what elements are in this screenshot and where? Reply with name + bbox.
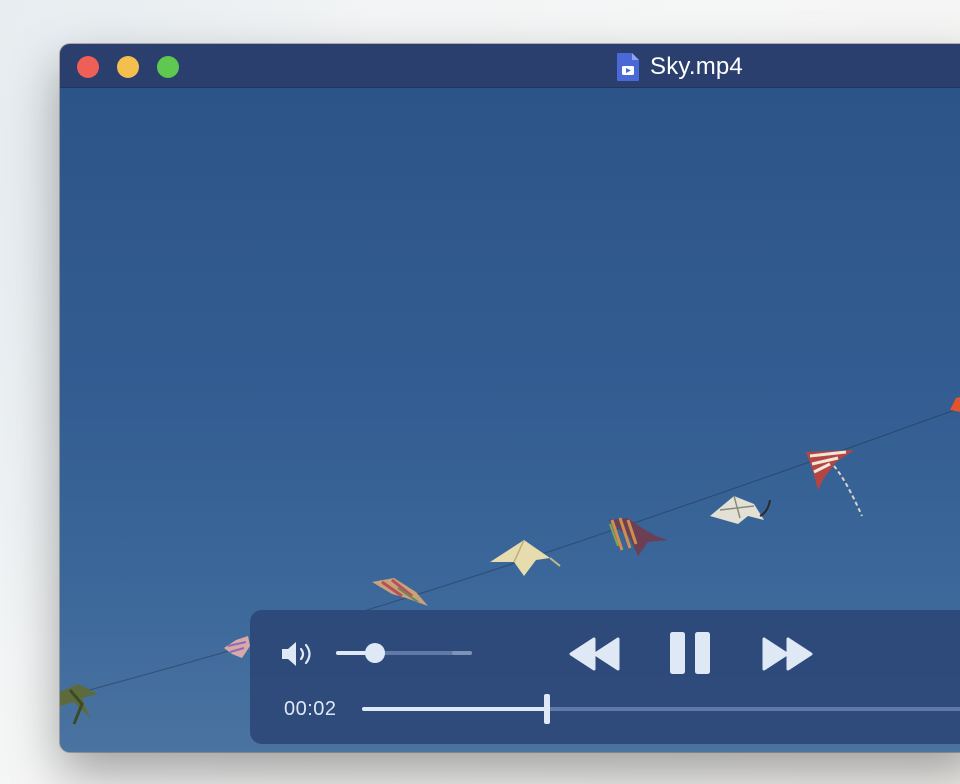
- pause-button[interactable]: [668, 630, 714, 676]
- kite-white: [710, 495, 771, 524]
- window-title: Sky.mp4: [616, 52, 743, 82]
- speaker-icon[interactable]: [280, 640, 316, 668]
- kite-striped: [608, 517, 668, 556]
- seek-bar[interactable]: [362, 694, 960, 724]
- kite-cream: [490, 539, 561, 576]
- current-time: 00:02: [284, 698, 337, 720]
- pause-icon: [670, 632, 710, 674]
- volume-track-end: [452, 651, 472, 655]
- playback-controls: 00:02: [250, 610, 960, 744]
- seek-fill: [362, 707, 547, 711]
- kite-red-striped: [806, 450, 863, 517]
- minimize-window-button[interactable]: [117, 56, 139, 78]
- seek-handle[interactable]: [543, 694, 550, 724]
- title-bar[interactable]: Sky.mp4: [60, 44, 960, 88]
- window-title-text: Sky.mp4: [650, 53, 743, 80]
- maximize-window-button[interactable]: [157, 56, 179, 78]
- close-window-button[interactable]: [77, 56, 99, 78]
- volume-slider[interactable]: [336, 643, 472, 663]
- video-frame[interactable]: 00:02: [60, 88, 960, 752]
- kite-green: [60, 684, 98, 725]
- kite-rainbow-left: [372, 578, 428, 606]
- rewind-icon: [569, 637, 620, 671]
- volume-knob[interactable]: [365, 643, 386, 663]
- rewind-button[interactable]: [568, 636, 622, 672]
- video-file-icon: [617, 53, 639, 81]
- fast-forward-icon: [762, 637, 813, 671]
- fast-forward-button[interactable]: [760, 636, 814, 672]
- kite-pink-small: [224, 636, 250, 658]
- player-window: Sky.mp4 00:02: [60, 44, 960, 752]
